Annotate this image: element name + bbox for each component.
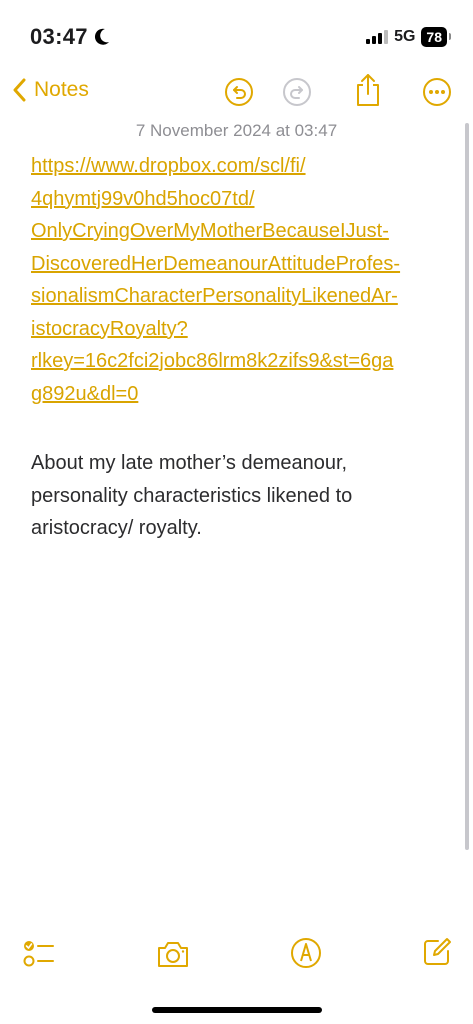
body-line: About my late mother’s demeanour,: [31, 452, 348, 474]
status-time: 03:47: [30, 24, 110, 50]
undo-icon: [225, 78, 253, 106]
checklist-button[interactable]: [23, 937, 55, 974]
markup-button[interactable]: [290, 937, 322, 974]
chevron-left-icon: [13, 78, 26, 102]
link-line[interactable]: sionalismCharacterPersonalityLikenedAr-: [31, 280, 441, 313]
link-line[interactable]: DiscoveredHerDemeanourAttitudeProfes-: [31, 248, 441, 281]
note-date: 7 November 2024 at 03:47: [135, 121, 338, 140]
note-body[interactable]: About my late mother’s demeanour, person…: [31, 447, 441, 545]
link-line[interactable]: https://www.dropbox.com/scl/fi/: [31, 150, 441, 183]
link-line[interactable]: OnlyCryingOverMyMotherBecauseIJust-: [31, 215, 441, 248]
signal-icon: [366, 30, 389, 44]
camera-icon: [158, 942, 188, 967]
share-button[interactable]: [354, 73, 382, 112]
redo-icon: [283, 78, 311, 106]
moon-icon: [94, 28, 109, 45]
link-line[interactable]: rlkey=16c2fci2jobc86lrm8k2zifs9&st=6ga: [31, 345, 441, 378]
network-type: 5G: [394, 28, 416, 45]
share-icon: [357, 74, 379, 106]
undo-button[interactable]: [224, 77, 254, 112]
link-line[interactable]: istocracyRoyalty?: [31, 313, 441, 346]
camera-button[interactable]: [156, 939, 190, 974]
home-indicator[interactable]: [152, 1007, 322, 1013]
link-line[interactable]: 4qhymtj99v0hd5hoc07td/: [31, 183, 441, 216]
battery-icon: 78: [421, 27, 451, 47]
back-label: Notes: [34, 78, 89, 101]
scrollbar[interactable]: [465, 123, 469, 850]
more-button[interactable]: [422, 77, 452, 112]
link-line[interactable]: g892u&dl=0: [31, 378, 441, 411]
body-line: personality characteristics likened to: [31, 484, 353, 507]
checklist-icon: [23, 941, 54, 967]
compose-button[interactable]: [422, 937, 452, 972]
redo-button[interactable]: [282, 77, 312, 112]
status-indicators: 5G 78: [366, 27, 451, 47]
back-button[interactable]: Notes: [12, 78, 89, 102]
battery-level: 78: [426, 29, 442, 45]
compose-icon: [424, 938, 451, 965]
dropbox-link[interactable]: https://www.dropbox.com/scl/fi/ 4qhymtj9…: [31, 150, 441, 410]
pen-tip-circle-icon: [291, 938, 321, 968]
status-time-text: 03:47: [30, 24, 88, 49]
ellipsis-circle-icon: [423, 78, 451, 106]
body-line: aristocracy/ royalty.: [31, 517, 202, 539]
